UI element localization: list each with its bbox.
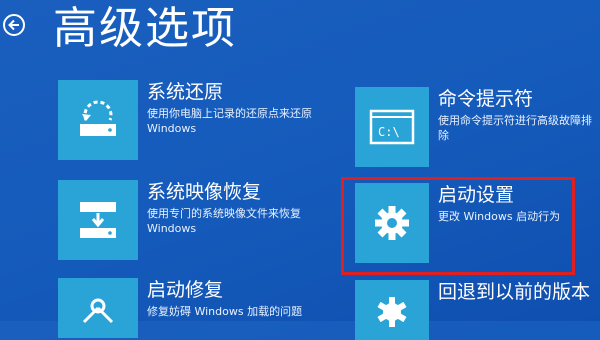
option-go-back-previous-version[interactable]: 回退到以前的版本 [355, 280, 590, 340]
gear-icon [375, 206, 409, 240]
startup-repair-icon [82, 298, 114, 324]
option-title: 启动设置 [438, 184, 515, 206]
option-command-prompt[interactable]: C:\ 命令提示符 使用命令提示符进行高级故障排除 [355, 87, 600, 167]
previous-version-icon [377, 297, 407, 327]
option-tile [58, 180, 138, 260]
option-startup-settings[interactable]: 启动设置 更改 Windows 启动行为 [355, 183, 560, 263]
option-title: 命令提示符 [438, 88, 534, 110]
back-arrow-icon [8, 19, 19, 31]
system-image-recovery-icon [80, 202, 116, 238]
option-tile [58, 278, 138, 338]
svg-text:C:\: C:\ [378, 125, 400, 139]
option-description: 修复妨碍 Windows 加载的问题 [147, 305, 303, 318]
option-startup-repair[interactable]: 启动修复 修复妨碍 Windows 加载的问题 [58, 278, 302, 338]
option-description: 使用命令提示符进行高级故障排除 [438, 114, 592, 142]
option-system-image-recovery[interactable]: 系统映像恢复 使用专门的系统映像文件来恢复 Windows [58, 180, 301, 260]
option-tile [58, 80, 138, 160]
option-description: 使用你电脑上记录的还原点来还原 Windows [147, 107, 312, 135]
option-title: 启动修复 [147, 279, 224, 301]
option-tile [355, 280, 429, 340]
option-tile: C:\ [355, 87, 429, 167]
option-tile [355, 183, 429, 263]
option-description: 使用专门的系统映像文件来恢复 Windows [147, 207, 301, 235]
option-title: 系统还原 [147, 81, 224, 103]
option-system-restore[interactable]: 系统还原 使用你电脑上记录的还原点来还原 Windows [58, 80, 312, 160]
command-prompt-icon: C:\ [369, 109, 415, 145]
option-description: 更改 Windows 启动行为 [438, 210, 561, 223]
system-restore-icon [80, 100, 116, 136]
option-title: 回退到以前的版本 [438, 281, 591, 303]
back-button[interactable] [3, 14, 25, 36]
option-title: 系统映像恢复 [147, 181, 262, 203]
page-title: 高级选项 [53, 3, 237, 54]
